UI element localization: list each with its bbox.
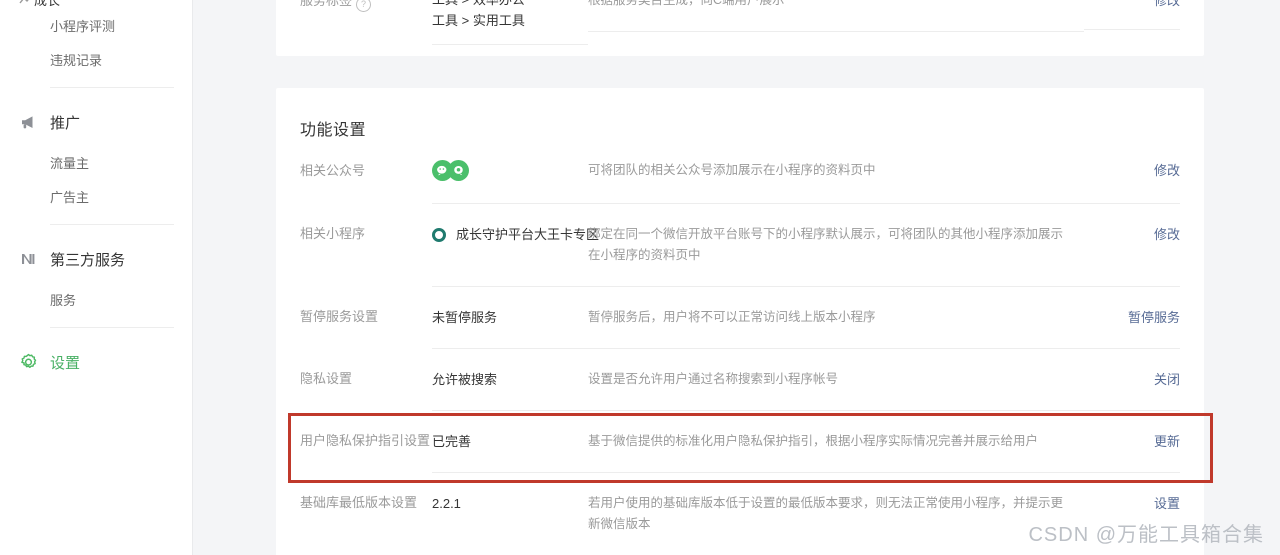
sidebar-item-label: 流量主 [50, 155, 90, 171]
sidebar-item-label: 服务 [50, 292, 77, 308]
row-value: 2.2.1 [432, 472, 588, 534]
row-value: 成长守护平台大王卡专区 [432, 203, 599, 265]
row-label: 服务标签? [300, 0, 432, 12]
sidebar-item-miniprogram-review[interactable]: 小程序评测 [0, 8, 192, 42]
category-path-2: 工具 > 实用工具 [432, 13, 525, 28]
row-action-label[interactable]: 修改 [1154, 0, 1180, 8]
sidebar-item-label: 小程序评测 [50, 18, 116, 34]
miniprogram-entry[interactable]: 成长守护平台大王卡专区 [432, 224, 599, 245]
miniprogram-name: 成长守护平台大王卡专区 [456, 227, 600, 242]
row-description: 绑定在同一个微信开放平台账号下的小程序默认展示，可将团队的其他小程序添加展示在小… [588, 203, 1084, 286]
row-description: 根据服务类目生成，向C端用户展示 [588, 0, 1084, 32]
row-label: 隐私设置 [300, 371, 353, 386]
sidebar-group-settings: 设置 [0, 339, 192, 385]
table-row: 暂停服务设置 未暂停服务 暂停服务后，用户将不可以正常访问线上版本小程序 暂停服… [300, 286, 1180, 348]
row-description: 暂停服务后，用户将不可以正常访问线上版本小程序 [588, 286, 1084, 348]
row-label: 暂停服务设置 [300, 309, 379, 324]
sidebar-item-label: 广告主 [50, 189, 90, 205]
row-label: 相关公众号 [300, 163, 366, 178]
main-content: 服务标签? 工具 > 效率办公 工具 > 实用工具 根据服务类目生成，向C端用户… [193, 0, 1280, 555]
row-value [432, 140, 588, 203]
sidebar-item-label: 违规记录 [50, 52, 103, 68]
service-tag-card: 服务标签? 工具 > 效率办公 工具 > 实用工具 根据服务类目生成，向C端用户… [276, 0, 1204, 56]
sidebar-item-settings[interactable]: 设置 [0, 339, 192, 385]
table-row: 服务标签? 工具 > 效率办公 工具 > 实用工具 根据服务类目生成，向C端用户… [300, 0, 1180, 45]
function-settings-rows: 相关公众号 可将团队的相关公众号添加展示在小程序的资料页中 修改 相关小程序 成… [276, 140, 1204, 555]
official-account-avatars[interactable] [432, 160, 469, 181]
gear-icon [18, 352, 38, 372]
row-action-label[interactable]: 关闭 [1154, 372, 1180, 387]
row-action-label[interactable]: 暂停服务 [1128, 310, 1180, 325]
sidebar-item-label: 推广 [50, 114, 81, 132]
miniprogram-ring-icon [432, 227, 446, 242]
service-tag-rows: 服务标签? 工具 > 效率办公 工具 > 实用工具 根据服务类目生成，向C端用户… [276, 0, 1204, 45]
sidebar-item-third-party-service[interactable]: 第三方服务 [0, 236, 192, 282]
help-icon[interactable]: ? [356, 0, 372, 12]
row-label: 用户隐私保护指引设置 [300, 433, 431, 448]
row-value: 工具 > 效率办公 工具 > 实用工具 [432, 0, 588, 45]
page-title: 功能设置 [300, 122, 367, 139]
megaphone-icon [18, 112, 38, 132]
sidebar-item-advertiser[interactable]: 广告主 [0, 179, 192, 213]
sidebar-group-promotion: 推广 流量主 广告主 [0, 99, 192, 225]
row-action-close[interactable]: 关闭 [1084, 348, 1180, 408]
sidebar-item-violation-records[interactable]: 违规记录 [0, 42, 192, 76]
row-action-modify[interactable]: 修改 [1084, 203, 1180, 263]
row-label: 基础库最低版本设置 [300, 495, 418, 510]
table-row: 相关小程序 成长守护平台大王卡专区 绑定在同一个微信开放平台账号下的小程序默认展… [300, 203, 1180, 286]
row-label: 相关小程序 [300, 226, 366, 241]
row-action-label[interactable]: 设置 [1154, 496, 1180, 511]
sidebar-item-label: 成长 [34, 0, 61, 8]
sidebar-item-growth[interactable]: 成长 [0, 0, 192, 8]
third-party-icon [18, 249, 38, 269]
row-action-update[interactable]: 更新 [1084, 410, 1180, 470]
row-action-suspend-service[interactable]: 暂停服务 [1084, 286, 1180, 346]
sidebar-item-traffic-owner[interactable]: 流量主 [0, 145, 192, 179]
row-value: 未暂停服务 [432, 286, 588, 348]
row-value: 已完善 [432, 410, 588, 472]
sidebar-item-label: 第三方服务 [50, 251, 126, 269]
sidebar-group-growth: 小程序评测 违规记录 [0, 8, 192, 88]
row-description: 若用户使用的基础库版本低于设置的最低版本要求，则无法正常使用小程序，并提示更新微… [588, 472, 1084, 555]
sidebar-item-service[interactable]: 服务 [0, 282, 192, 316]
sidebar-group-third-party: 第三方服务 服务 [0, 236, 192, 328]
row-action-label[interactable]: 更新 [1154, 434, 1180, 449]
row-action-modify[interactable]: 修改 [1084, 140, 1180, 199]
app-shell: 成长 小程序评测 违规记录 推广 流量主 广告主 第三方服务 服务 设置 服务标… [0, 0, 1280, 555]
sidebar: 成长 小程序评测 违规记录 推广 流量主 广告主 第三方服务 服务 设置 [0, 0, 193, 555]
sidebar-divider [50, 87, 174, 88]
row-action-modify[interactable]: 修改 [1084, 0, 1180, 30]
growth-icon [18, 0, 34, 7]
row-description: 可将团队的相关公众号添加展示在小程序的资料页中 [588, 163, 876, 177]
sidebar-divider [50, 327, 174, 328]
avatar [448, 160, 469, 181]
row-description: 设置是否允许用户通过名称搜索到小程序帐号 [588, 348, 1084, 410]
category-path-1: 工具 > 效率办公 [432, 0, 578, 10]
row-action-label[interactable]: 修改 [1154, 163, 1180, 178]
row-description: 基于微信提供的标准化用户隐私保护指引，根据小程序实际情况完善并展示给用户 [588, 410, 1084, 472]
table-row: 隐私设置 允许被搜索 设置是否允许用户通过名称搜索到小程序帐号 关闭 [300, 348, 1180, 410]
sidebar-divider [50, 224, 174, 225]
watermark: CSDN @万能工具箱合集 [1028, 524, 1264, 546]
table-row-user-privacy-guideline: 用户隐私保护指引设置 已完善 基于微信提供的标准化用户隐私保护指引，根据小程序实… [300, 410, 1180, 472]
sidebar-item-promotion[interactable]: 推广 [0, 99, 192, 145]
row-action-label[interactable]: 修改 [1154, 227, 1180, 242]
table-row: 相关公众号 可将团队的相关公众号添加展示在小程序的资料页中 修改 [300, 140, 1180, 203]
sidebar-item-label: 设置 [50, 354, 81, 372]
row-label-text: 服务标签 [300, 0, 353, 8]
function-settings-card: 功能设置 相关公众号 可将团队的相关公众号添加展示在小程序的资料页中 修改 相关… [276, 88, 1204, 555]
row-value: 允许被搜索 [432, 348, 588, 410]
